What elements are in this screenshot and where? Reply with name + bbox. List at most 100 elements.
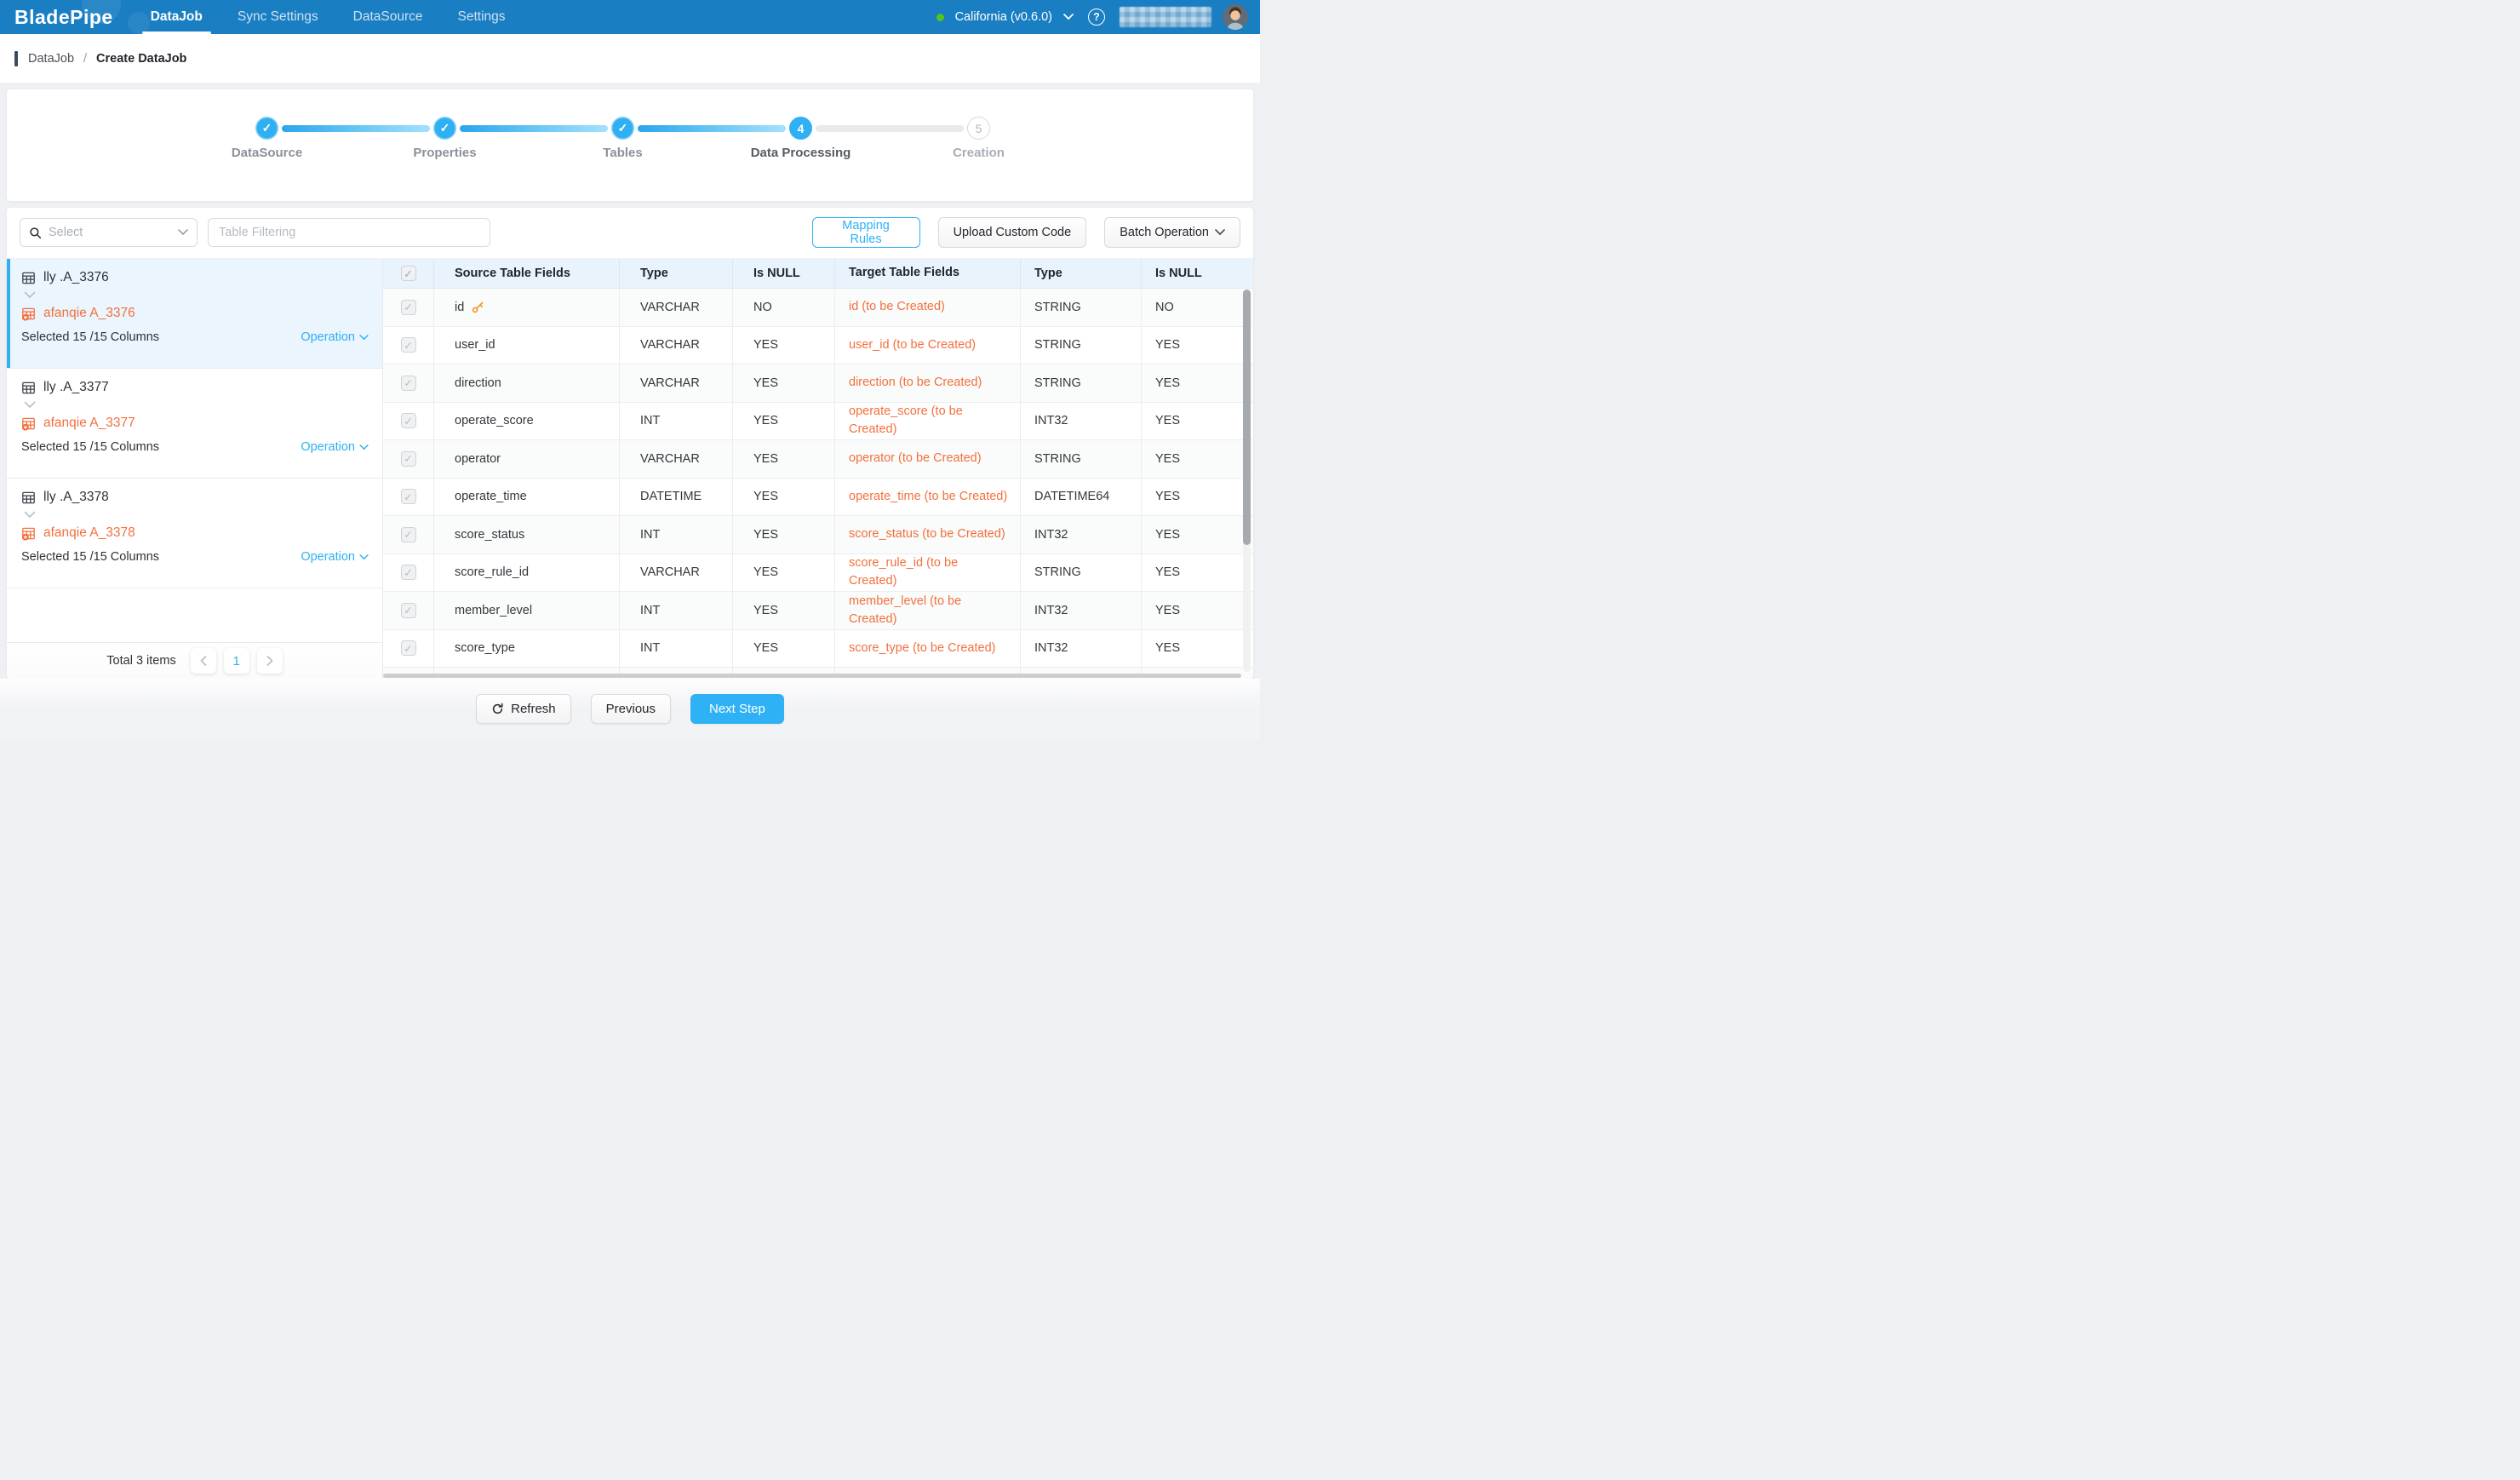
user-name-redacted[interactable] [1120,7,1211,27]
previous-button[interactable]: Previous [591,694,671,724]
table-pair-item[interactable]: lly .A_3377 afanqie A_3377 [7,369,382,479]
table-select-dropdown[interactable]: Select [20,218,198,247]
source-type-cell: VARCHAR [620,364,733,402]
target-null-cell: YES [1142,479,1253,516]
upload-custom-code-button[interactable]: Upload Custom Code [938,217,1087,248]
source-table-line: lly .A_3376 [21,270,369,285]
row-checkbox[interactable]: ✓ [401,413,416,428]
source-field-cell: id [434,289,620,326]
table-header-row: ✓ Source Table Fields Type Is NULL Targe… [383,259,1253,289]
source-table-line: lly .A_3377 [21,380,369,395]
stepper-circle: ✓ [433,117,456,140]
row-checkbox[interactable]: ✓ [401,640,416,656]
prev-page-button[interactable] [191,648,216,674]
operation-link[interactable]: Operation [301,330,369,344]
source-null-cell: NO [733,289,835,326]
row-checkbox-cell: ✓ [383,479,434,516]
table-pair-item[interactable]: lly .A_3378 afanqie A_3378 [7,479,382,588]
stepper-circle: ✓ [611,117,634,140]
field-row: ✓ score_type INT YES score_type (to be C… [383,630,1253,668]
source-table-line: lly .A_3378 [21,490,369,505]
selected-columns-text: Selected 15 /15 Columns [21,330,159,344]
select-all-checkbox[interactable]: ✓ [401,266,416,281]
field-row: ✓ operate_score INT YES operate_score (t… [383,403,1253,441]
avatar[interactable] [1223,4,1248,30]
nav-item-label: DataJob [151,9,203,25]
row-checkbox-cell: ✓ [383,554,434,592]
batch-operation-button[interactable]: Batch Operation [1104,217,1240,248]
nav-item-label: Settings [458,9,506,25]
nav-menu: DataJob Sync Settings DataSource Setting… [147,0,537,34]
table-plus-icon [21,526,36,541]
target-null-cell: YES [1142,592,1253,629]
header-checkbox-cell: ✓ [383,259,434,288]
chevron-down-icon[interactable] [24,401,36,409]
nav-item[interactable]: Settings [455,0,509,34]
stepper-number: 5 [976,122,982,135]
target-null-cell: YES [1142,364,1253,402]
row-checkbox[interactable]: ✓ [401,451,416,467]
source-field-name: direction [455,376,501,390]
next-step-button[interactable]: Next Step [690,694,784,724]
col-source-fields: Source Table Fields [434,259,620,288]
source-field-cell: operate_time [434,479,620,516]
source-field-name: operator [455,452,501,466]
nav-item[interactable]: DataJob [147,0,206,34]
refresh-label: Refresh [511,702,556,716]
source-type-cell: INT [620,403,733,440]
table-pair-item[interactable]: lly .A_3376 afanqie A_3376 [7,259,382,369]
vertical-scrollbar-thumb[interactable] [1243,290,1251,545]
source-field-name: operate_score [455,414,534,427]
wizard-footer: Refresh Previous Next Step [0,679,1260,739]
source-field-name: score_status [455,528,524,542]
target-table-name: afanqie A_3377 [43,416,135,431]
tables-list: lly .A_3376 afanqie A_3376 [7,259,382,588]
operation-link[interactable]: Operation [301,550,369,564]
next-page-button[interactable] [257,648,283,674]
chevron-down-icon[interactable] [24,291,36,299]
row-checkbox[interactable]: ✓ [401,603,416,618]
row-checkbox[interactable]: ✓ [401,565,416,580]
row-checkbox-cell: ✓ [383,630,434,668]
source-field-name: score_type [455,641,515,655]
stepper-circle: ✓ [255,117,278,140]
selection-line: Selected 15 /15 Columns Operation [21,550,369,564]
nav-item[interactable]: Sync Settings [234,0,322,34]
page-content: ✓ DataSource ✓ Properties ✓ [0,83,1260,679]
nav-item-label: Sync Settings [238,9,318,25]
help-icon[interactable]: ? [1088,9,1105,26]
chevron-down-icon[interactable] [24,511,36,519]
row-checkbox[interactable]: ✓ [401,489,416,504]
row-checkbox-cell: ✓ [383,592,434,629]
wizard-stepper: ✓ DataSource ✓ Properties ✓ [7,89,1253,201]
row-checkbox[interactable]: ✓ [401,300,416,315]
source-field-cell: score_type [434,630,620,668]
source-null-cell: YES [733,403,835,440]
row-checkbox[interactable]: ✓ [401,376,416,391]
data-processing-panel: Select Mapping Rules Upload Custom Code … [7,208,1253,679]
target-null-cell: YES [1142,403,1253,440]
refresh-icon [491,703,504,715]
source-table-name: lly .A_3376 [43,270,109,285]
stepper-label: Tables [534,146,712,160]
table-filter-input[interactable] [208,218,490,247]
operation-link[interactable]: Operation [301,440,369,454]
mapping-rules-button[interactable]: Mapping Rules [812,217,920,248]
target-null-cell: YES [1142,440,1253,478]
row-checkbox[interactable]: ✓ [401,337,416,353]
top-nav: BladePipe DataJob Sync Settings DataSour… [0,0,1260,34]
horizontal-scrollbar-thumb[interactable] [383,674,1241,678]
brand-logo[interactable]: BladePipe [0,0,113,34]
nav-item-label: DataSource [353,9,423,25]
refresh-button[interactable]: Refresh [476,694,571,724]
page-number-button[interactable]: 1 [224,648,249,674]
nav-item[interactable]: DataSource [350,0,427,34]
row-checkbox[interactable]: ✓ [401,527,416,542]
breadcrumb-parent[interactable]: DataJob [28,52,74,66]
field-mapping-table: ✓ Source Table Fields Type Is NULL Targe… [383,259,1253,679]
target-null-cell: YES [1142,554,1253,592]
field-row: ✓ operate_time DATETIME YES operate_time… [383,479,1253,517]
row-checkbox-cell: ✓ [383,327,434,364]
environment-selector[interactable]: California (v0.6.0) [955,10,1052,24]
target-table-name: afanqie A_3376 [43,306,135,321]
